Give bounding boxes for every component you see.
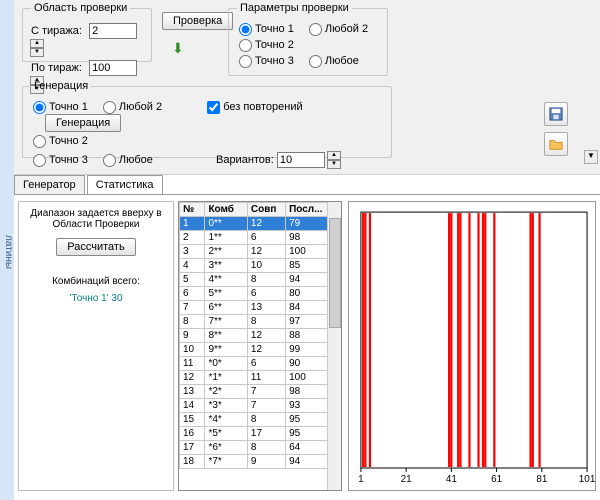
to-draw-label: По тираж: — [31, 62, 86, 74]
table-row[interactable]: 98**1288 — [180, 329, 329, 343]
check-button[interactable]: Проверка — [162, 12, 233, 30]
gen-exact1[interactable]: Точно 1 — [31, 101, 88, 113]
top-settings-area: Область проверки С тиража: ▲▼ По тираж: … — [14, 0, 600, 175]
calculate-button[interactable]: Рассчитать — [56, 238, 135, 256]
svg-text:1: 1 — [358, 474, 364, 485]
from-draw-label: С тиража: — [31, 25, 86, 37]
table-row[interactable]: 10**1279 — [180, 217, 329, 231]
param-any2[interactable]: Любой 2 — [307, 23, 368, 35]
svg-text:101: 101 — [579, 474, 595, 485]
table-header[interactable]: Совп — [247, 203, 285, 217]
range-note: Диапазон задается вверху в Области Прове… — [25, 208, 167, 230]
region-check-legend: Область проверки — [31, 2, 130, 14]
no-repeat-checkbox[interactable]: без повторений — [205, 101, 302, 113]
check-params-legend: Параметры проверки — [237, 2, 352, 14]
table-row[interactable]: 54**894 — [180, 273, 329, 287]
variants-label: Вариантов: — [216, 154, 274, 166]
open-folder-icon[interactable] — [544, 132, 568, 156]
svg-text:61: 61 — [491, 474, 503, 485]
variants-input[interactable] — [277, 152, 325, 168]
panel-scroll-down-icon[interactable]: ▼ — [584, 150, 598, 164]
param-exact2[interactable]: Точно 2 — [237, 39, 294, 51]
region-check-group: Область проверки С тиража: ▲▼ По тираж: … — [22, 2, 152, 62]
combinations-value: 'Точно 1' 30 — [25, 293, 167, 304]
tab-statistics[interactable]: Статистика — [87, 175, 163, 194]
param-exact1[interactable]: Точно 1 — [237, 23, 294, 35]
gen-exact3[interactable]: Точно 3 — [31, 154, 88, 166]
table-row[interactable]: 17*6*864 — [180, 441, 329, 455]
stats-table-container: №КомбСовпПосл... 10**127921**69832**1210… — [178, 201, 342, 491]
combinations-label: Комбинаций всего: — [25, 276, 167, 287]
from-draw-spinner[interactable]: ▲▼ — [30, 39, 44, 57]
check-params-group: Параметры проверки Точно 1 Любой 2 Точно… — [228, 2, 388, 76]
gen-any2[interactable]: Любой 2 — [101, 101, 162, 113]
save-icon[interactable] — [544, 102, 568, 126]
gen-exact2[interactable]: Точно 2 — [31, 135, 88, 147]
generate-button[interactable]: Генерация — [45, 114, 121, 132]
param-exact3[interactable]: Точно 3 — [237, 55, 294, 67]
svg-text:21: 21 — [401, 474, 413, 485]
gen-any[interactable]: Любое — [101, 154, 153, 166]
table-row[interactable]: 21**698 — [180, 231, 329, 245]
download-arrow-icon[interactable]: ⬇ — [172, 40, 184, 57]
table-scrollbar[interactable] — [327, 202, 341, 490]
generation-legend: Генерация — [31, 80, 91, 92]
param-any[interactable]: Любое — [307, 55, 359, 67]
left-side-strip: латины — [0, 0, 14, 500]
stats-left-panel: Диапазон задается вверху в Области Прове… — [18, 201, 174, 491]
table-row[interactable]: 13*2*798 — [180, 385, 329, 399]
table-row[interactable]: 109**1299 — [180, 343, 329, 357]
tabs-bar: Генератор Статистика — [14, 175, 162, 194]
table-row[interactable]: 43**1085 — [180, 259, 329, 273]
to-draw-input[interactable] — [89, 60, 137, 76]
tab-body-statistics: Диапазон задается вверху в Области Прове… — [14, 194, 600, 500]
table-row[interactable]: 11*0*690 — [180, 357, 329, 371]
table-header[interactable]: Комб — [205, 203, 247, 217]
table-row[interactable]: 14*3*793 — [180, 399, 329, 413]
from-draw-input[interactable] — [89, 23, 137, 39]
table-row[interactable]: 18*7*994 — [180, 455, 329, 469]
table-row[interactable]: 16*5*1795 — [180, 427, 329, 441]
generation-group: Генерация Точно 1 Любой 2 без повторений… — [22, 80, 392, 158]
table-header[interactable]: № — [180, 203, 205, 217]
stats-chart: 1 21 41 61 81 101 — [348, 201, 596, 491]
variants-spinner[interactable]: ▲▼ — [327, 151, 341, 169]
table-header[interactable]: Посл... — [286, 203, 329, 217]
table-row[interactable]: 32**12100 — [180, 245, 329, 259]
table-row[interactable]: 12*1*11100 — [180, 371, 329, 385]
table-row[interactable]: 76**1384 — [180, 301, 329, 315]
table-row[interactable]: 65**680 — [180, 287, 329, 301]
table-row[interactable]: 15*4*895 — [180, 413, 329, 427]
svg-text:41: 41 — [446, 474, 458, 485]
table-row[interactable]: 87**897 — [180, 315, 329, 329]
stats-table[interactable]: №КомбСовпПосл... 10**127921**69832**1210… — [179, 202, 329, 469]
tab-generator[interactable]: Генератор — [14, 175, 85, 194]
svg-text:81: 81 — [536, 474, 548, 485]
